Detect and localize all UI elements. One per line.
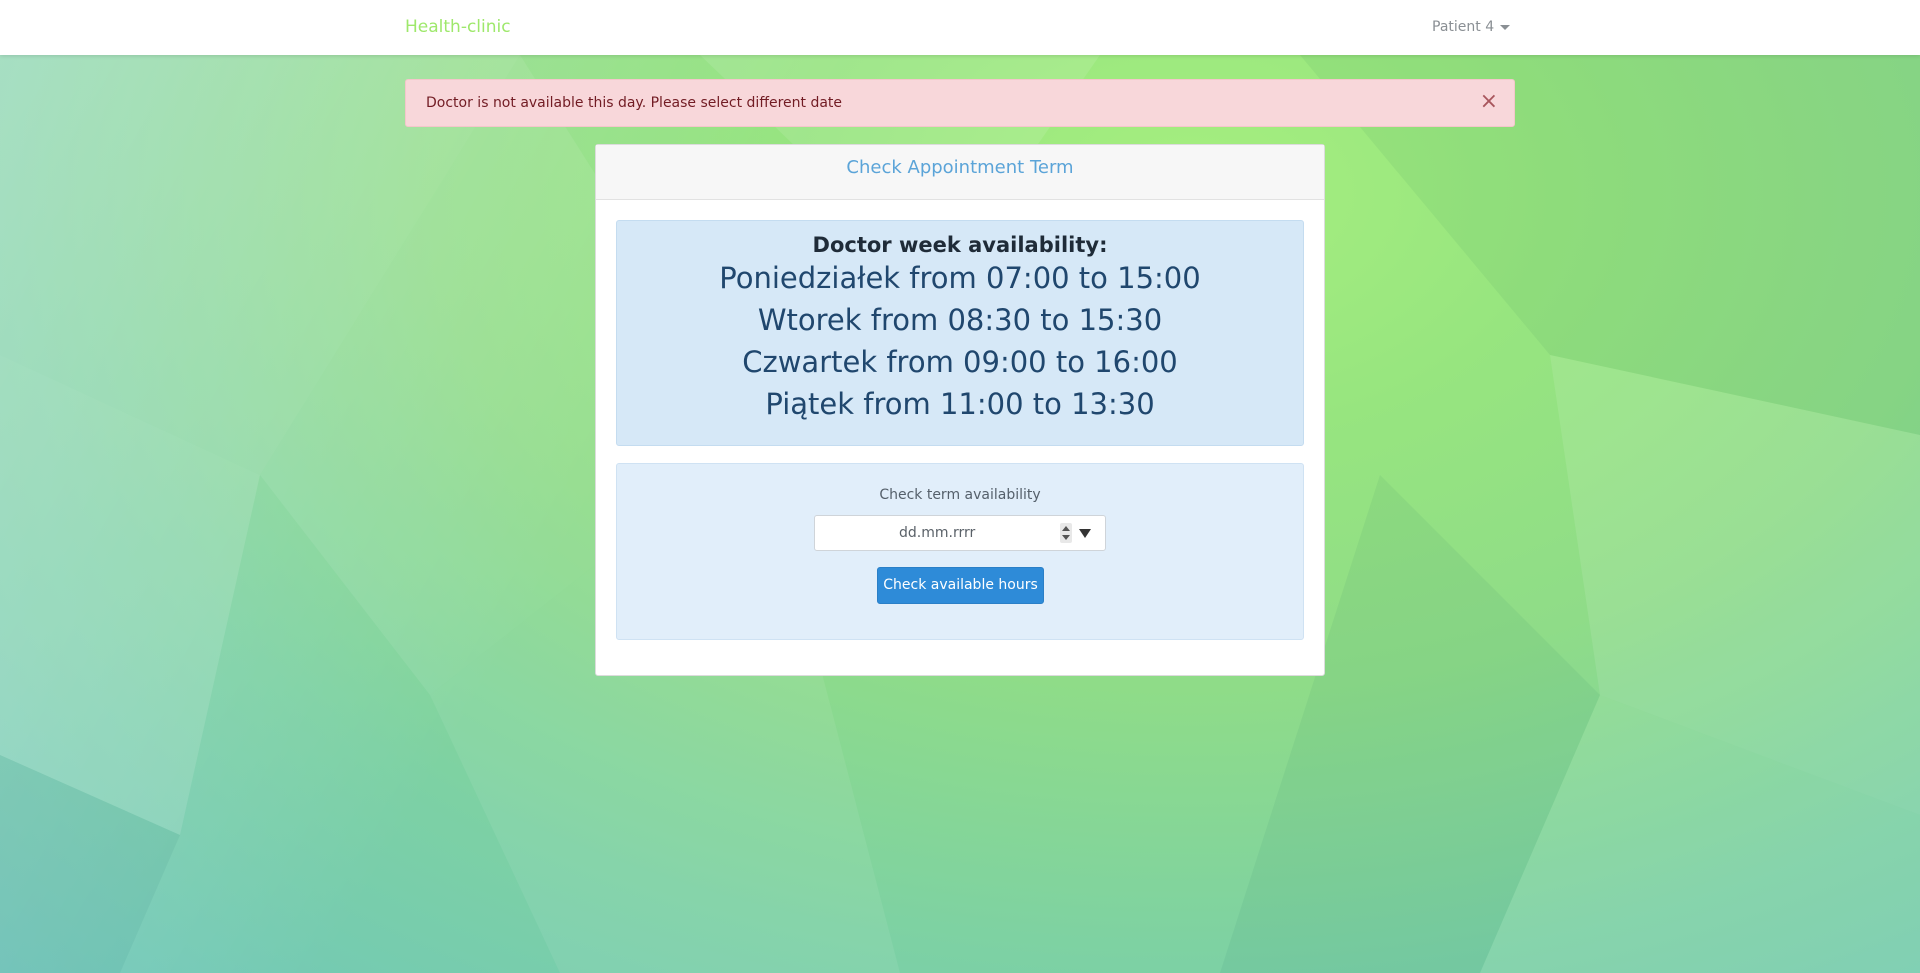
date-placeholder: dd.mm.rrrr bbox=[899, 525, 976, 541]
spinner-icon[interactable] bbox=[1060, 523, 1072, 543]
brand-link[interactable]: Health-clinic bbox=[405, 17, 511, 37]
date-input[interactable]: dd.mm.rrrr bbox=[814, 515, 1106, 551]
appointment-card: Check Appointment Term Doctor week avail… bbox=[595, 144, 1325, 676]
availability-line: Czwartek from 09:00 to 16:00 bbox=[742, 345, 1178, 379]
spin-up-icon[interactable] bbox=[1062, 526, 1070, 531]
card-title: Check Appointment Term bbox=[596, 145, 1324, 200]
availability-line: Wtorek from 08:30 to 15:30 bbox=[757, 303, 1163, 337]
availability-line: Piątek from 11:00 to 13:30 bbox=[765, 387, 1155, 421]
user-menu-dropdown[interactable]: Patient 4 bbox=[1432, 19, 1511, 35]
check-available-hours-button[interactable]: Check available hours bbox=[877, 567, 1044, 604]
dropdown-arrow-icon[interactable] bbox=[1079, 529, 1091, 538]
availability-panel: Doctor week availability: Poniedziałek f… bbox=[616, 220, 1304, 446]
caret-down-icon bbox=[1500, 24, 1511, 30]
alert-message: Doctor is not available this day. Please… bbox=[426, 95, 843, 111]
user-menu-label: Patient 4 bbox=[1432, 19, 1495, 35]
check-term-panel: Check term availability dd.mm.rrrr Check… bbox=[616, 463, 1304, 640]
availability-line: Poniedziałek from 07:00 to 15:00 bbox=[719, 261, 1201, 295]
check-term-label: Check term availability bbox=[879, 487, 1041, 503]
close-icon[interactable]: × bbox=[1480, 90, 1498, 114]
error-alert: Doctor is not available this day. Please… bbox=[405, 79, 1515, 127]
availability-title: Doctor week availability: bbox=[812, 233, 1108, 257]
navbar: Health-clinic Patient 4 bbox=[0, 0, 1920, 55]
spin-down-icon[interactable] bbox=[1062, 535, 1070, 540]
